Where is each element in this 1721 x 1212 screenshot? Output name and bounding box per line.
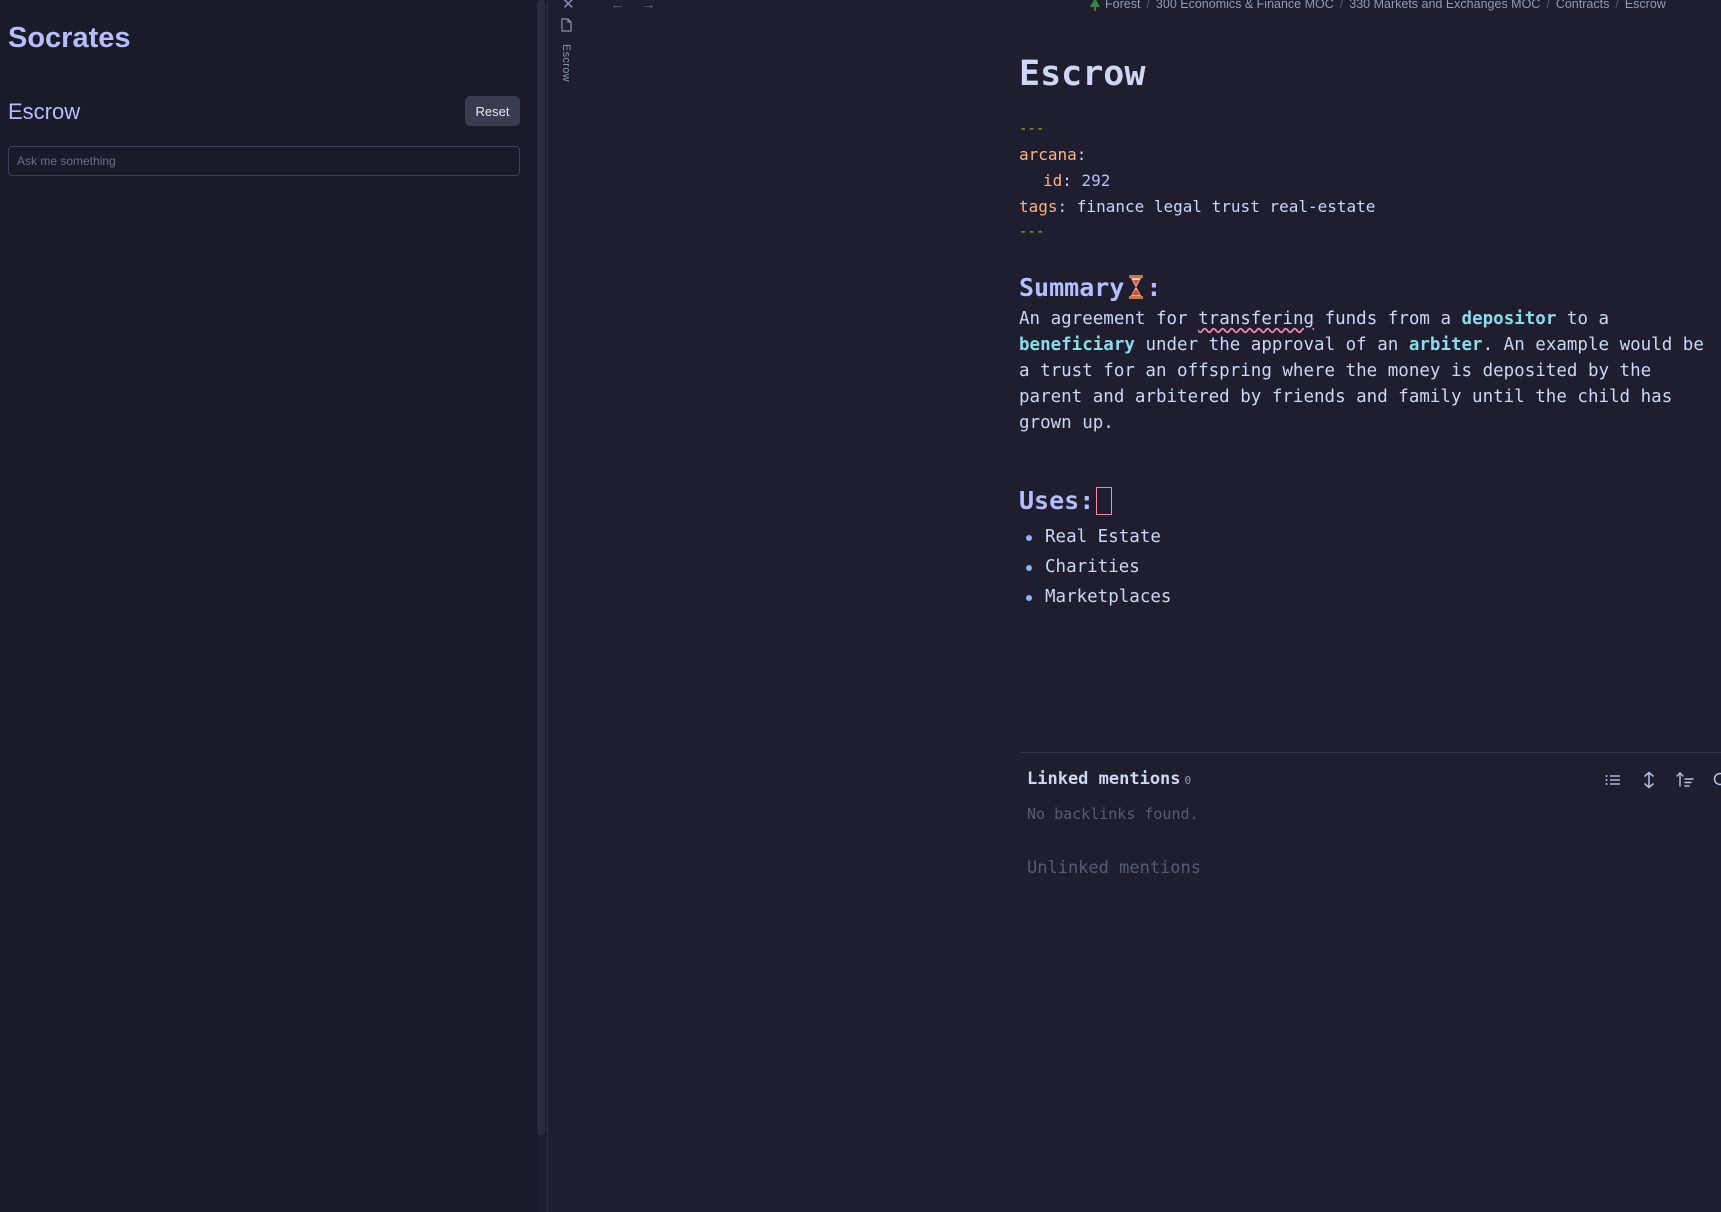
backlinks-divider bbox=[1019, 752, 1721, 753]
current-note-title: Escrow bbox=[8, 99, 81, 124]
breadcrumb-separator: / bbox=[1146, 0, 1150, 11]
uses-list: Real Estate Charities Marketplaces bbox=[1019, 522, 1171, 612]
text-cursor bbox=[1096, 487, 1113, 515]
socrates-panel: Socrates Escrow Reset bbox=[0, 0, 545, 1212]
app-title: Socrates bbox=[8, 22, 131, 54]
list-item: Charities bbox=[1019, 552, 1171, 582]
breadcrumb-item-markets[interactable]: 330 Markets and Exchanges MOC bbox=[1349, 0, 1540, 11]
hourglass-icon bbox=[1129, 275, 1144, 299]
frontmatter-end: --- bbox=[1019, 224, 1045, 240]
breadcrumb-item-contracts[interactable]: Contracts bbox=[1556, 0, 1610, 11]
expand-collapse-icon[interactable] bbox=[1640, 771, 1662, 789]
panel-scrollbar[interactable] bbox=[537, 0, 545, 1135]
search-icon[interactable] bbox=[1712, 771, 1721, 789]
misspelled-word[interactable]: transfering bbox=[1198, 309, 1314, 329]
tree-icon bbox=[1090, 0, 1100, 11]
ask-input[interactable] bbox=[8, 146, 520, 176]
breadcrumb: Forest / 300 Economics & Finance MOC / 3… bbox=[1090, 0, 1666, 11]
bold-depositor: depositor bbox=[1461, 309, 1557, 329]
frontmatter-tags: tags: finance legal trust real-estate bbox=[1019, 197, 1376, 216]
bold-beneficiary: beneficiary bbox=[1019, 335, 1135, 355]
linked-mentions-header[interactable]: Linked mentions 0 bbox=[1027, 769, 1191, 789]
list-item: Marketplaces bbox=[1019, 582, 1171, 612]
close-icon[interactable]: ✕ bbox=[562, 0, 575, 13]
tab-escrow[interactable]: Escrow bbox=[560, 44, 572, 82]
file-icon bbox=[561, 18, 572, 32]
uses-heading: Uses: bbox=[1019, 486, 1113, 515]
breadcrumb-item-economics[interactable]: 300 Economics & Finance MOC bbox=[1156, 0, 1334, 11]
bold-arbiter: arbiter bbox=[1408, 335, 1483, 355]
breadcrumb-item-escrow[interactable]: Escrow bbox=[1625, 0, 1666, 11]
summary-paragraph: An agreement for transfering funds from … bbox=[1019, 309, 1704, 433]
reset-button[interactable]: Reset bbox=[465, 96, 520, 126]
frontmatter-start: --- bbox=[1019, 121, 1045, 137]
frontmatter-arcana: arcana: bbox=[1019, 145, 1087, 164]
list-icon[interactable] bbox=[1604, 771, 1626, 789]
backlinks-toolbar bbox=[1604, 771, 1721, 789]
sort-icon[interactable] bbox=[1676, 771, 1698, 789]
note-title: Escrow bbox=[1019, 54, 1146, 94]
unlinked-mentions-header[interactable]: Unlinked mentions bbox=[1027, 858, 1201, 878]
back-arrow-icon[interactable]: ← bbox=[610, 0, 625, 13]
panel-divider[interactable] bbox=[547, 0, 548, 1212]
breadcrumb-item-forest[interactable]: Forest bbox=[1105, 0, 1140, 11]
forward-arrow-icon[interactable]: → bbox=[641, 0, 656, 13]
summary-heading: Summary : bbox=[1019, 273, 1162, 302]
linked-count: 0 bbox=[1184, 774, 1192, 787]
breadcrumb-separator: / bbox=[1339, 0, 1344, 11]
frontmatter-id: id: 292 bbox=[1043, 171, 1111, 190]
list-item: Real Estate bbox=[1019, 522, 1171, 552]
no-backlinks-text: No backlinks found. bbox=[1027, 805, 1199, 823]
breadcrumb-separator: / bbox=[1546, 0, 1550, 11]
breadcrumb-separator: / bbox=[1615, 0, 1619, 11]
